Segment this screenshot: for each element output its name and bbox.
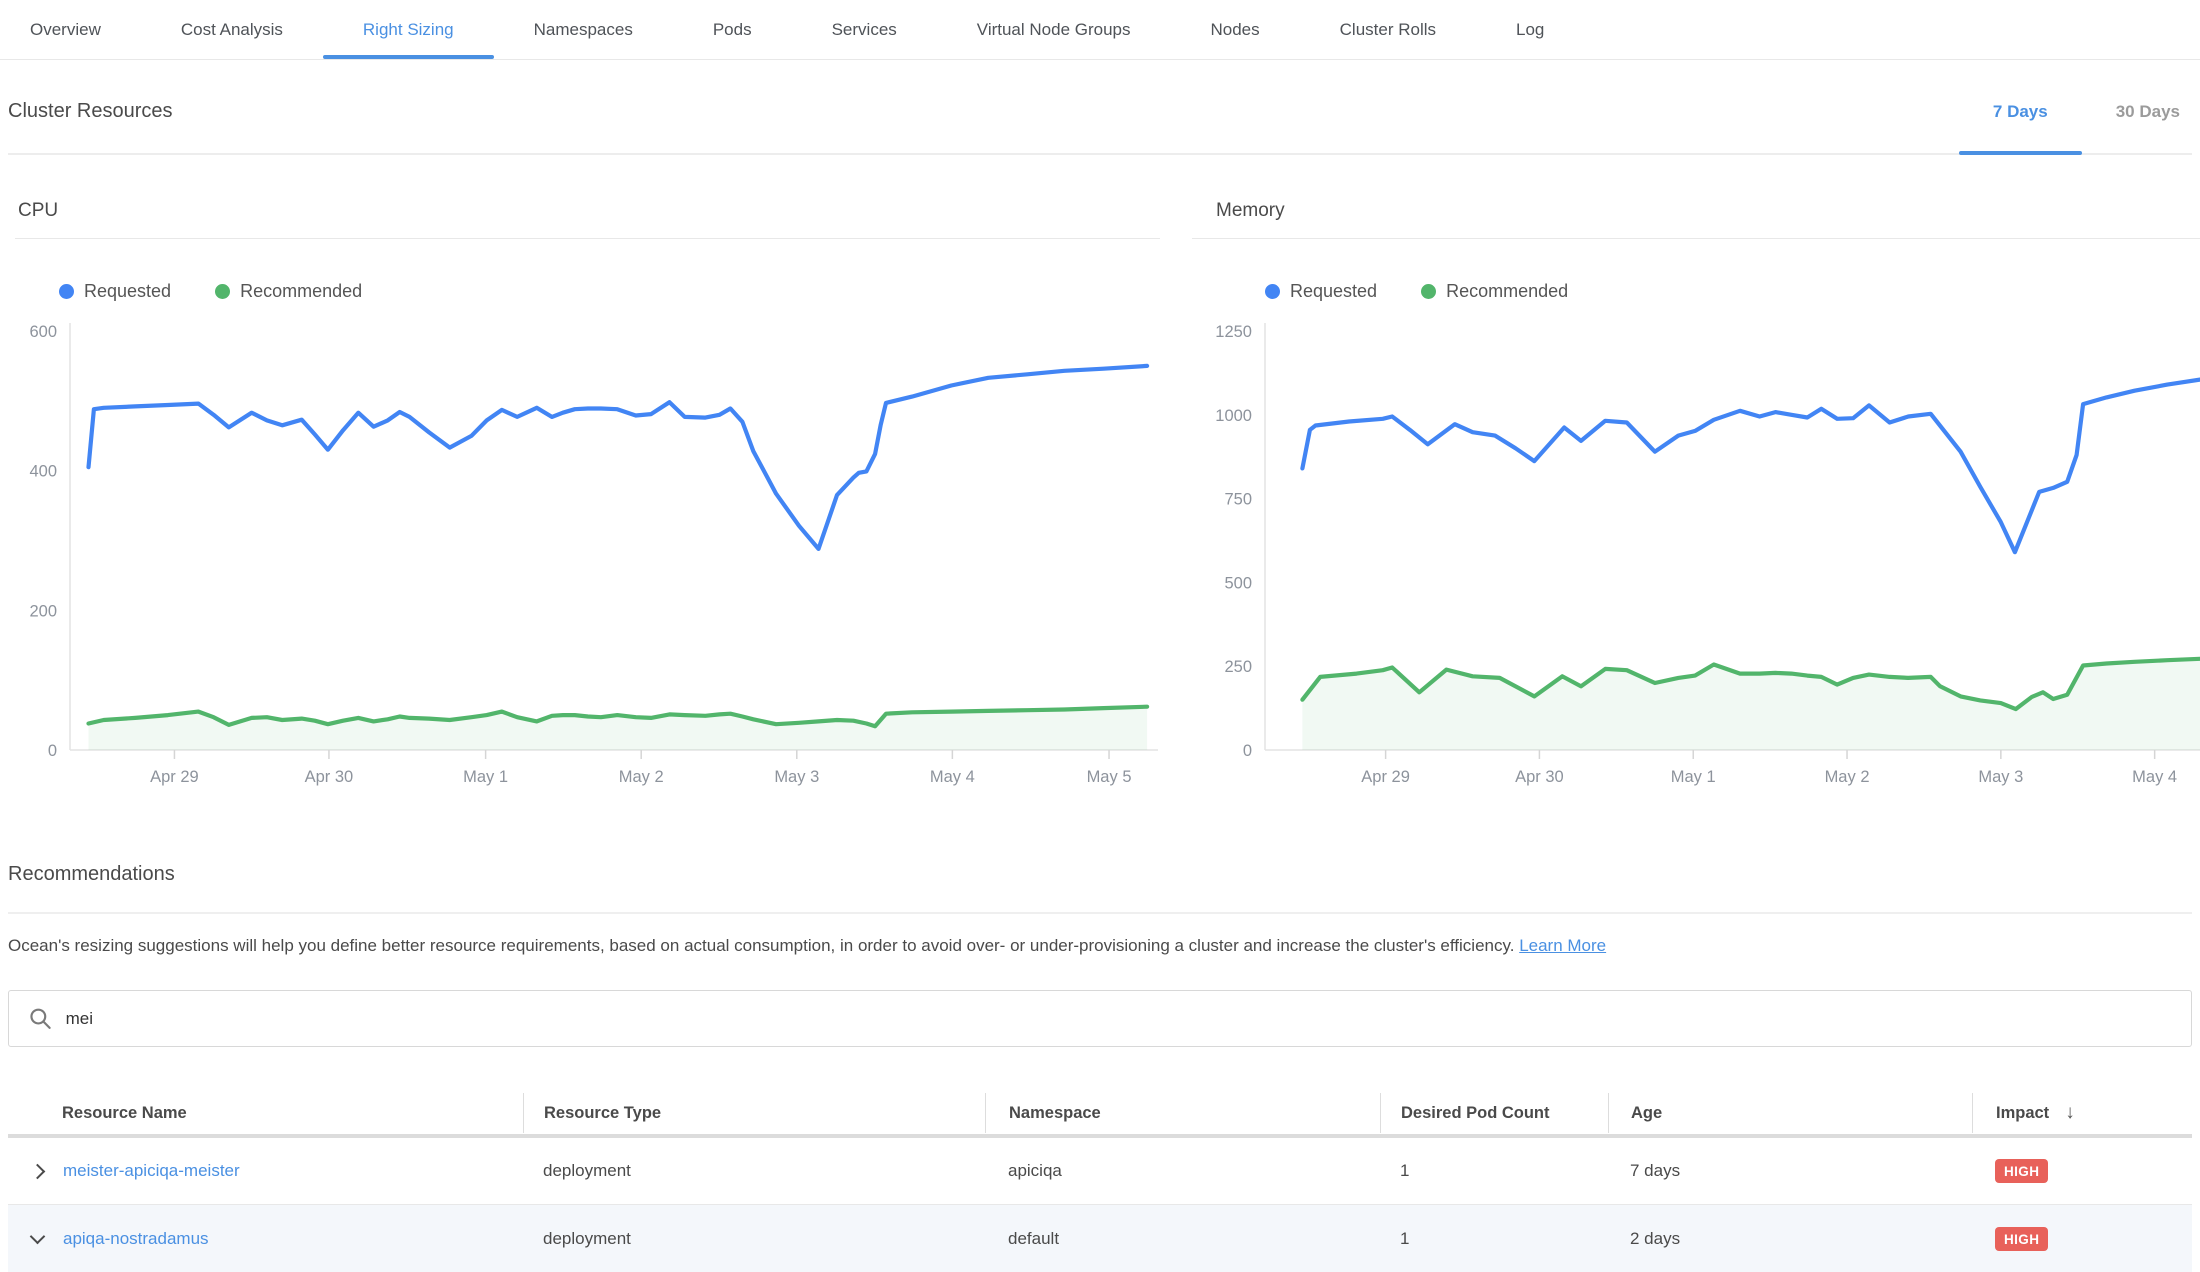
table-header-row: Resource Name Resource Type Namespace De… bbox=[8, 1092, 2192, 1138]
column-header-resource-type[interactable]: Resource Type bbox=[523, 1093, 985, 1133]
recommendations-table: Resource Name Resource Type Namespace De… bbox=[8, 1092, 2192, 1272]
cpu-line-chart: 0 200 400 600 Apr 29 Apr 30 May 1 May 2 May 3 May… bbox=[15, 317, 1160, 787]
recommendations-description: Ocean's resizing suggestions will help y… bbox=[8, 934, 2192, 957]
svg-text:500: 500 bbox=[1224, 574, 1252, 592]
divider bbox=[8, 912, 2192, 914]
svg-text:Apr 30: Apr 30 bbox=[1515, 768, 1564, 786]
svg-text:May 3: May 3 bbox=[774, 768, 819, 786]
namespace-cell: apiciqa bbox=[985, 1161, 1380, 1181]
recommended-dot-icon bbox=[1421, 284, 1436, 299]
desired-pod-count-cell: 1 bbox=[1380, 1161, 1608, 1181]
tab-overview[interactable]: Overview bbox=[0, 0, 141, 59]
time-range-toggle: 7 Days 30 Days bbox=[1959, 70, 2192, 153]
impact-cell: HIGH bbox=[1972, 1227, 2192, 1251]
legend-label-requested: Requested bbox=[84, 281, 171, 302]
resource-name-link[interactable]: apiqa-nostradamus bbox=[63, 1229, 209, 1249]
chevron-right-icon[interactable] bbox=[30, 1163, 46, 1179]
tab-services[interactable]: Services bbox=[792, 0, 937, 59]
desired-pod-count-cell: 1 bbox=[1380, 1229, 1608, 1249]
cpu-chart-section: CPU Requested Recommended 0 200 400 600 Apr … bbox=[15, 200, 1160, 787]
cpu-chart-legend: Requested Recommended bbox=[59, 281, 1160, 301]
svg-text:600: 600 bbox=[29, 323, 57, 341]
range-tab-7-days[interactable]: 7 Days bbox=[1959, 70, 2082, 153]
svg-text:May 4: May 4 bbox=[930, 768, 975, 786]
resource-name-cell: apiqa-nostradamus bbox=[8, 1229, 523, 1249]
column-header-age[interactable]: Age bbox=[1608, 1093, 1972, 1133]
svg-text:May 5: May 5 bbox=[1087, 768, 1132, 786]
svg-text:May 2: May 2 bbox=[1825, 768, 1870, 786]
tab-log[interactable]: Log bbox=[1476, 0, 1584, 59]
svg-text:Apr 29: Apr 29 bbox=[1361, 768, 1410, 786]
tab-nodes[interactable]: Nodes bbox=[1171, 0, 1300, 59]
tab-pods[interactable]: Pods bbox=[673, 0, 792, 59]
svg-text:May 1: May 1 bbox=[1671, 768, 1716, 786]
tab-cluster-rolls[interactable]: Cluster Rolls bbox=[1300, 0, 1476, 59]
resource-type-cell: deployment bbox=[523, 1161, 985, 1181]
tab-cost-analysis[interactable]: Cost Analysis bbox=[141, 0, 323, 59]
column-header-resource-name[interactable]: Resource Name bbox=[8, 1093, 523, 1133]
cpu-legend-recommended: Recommended bbox=[215, 281, 362, 302]
svg-text:May 3: May 3 bbox=[1978, 768, 2023, 786]
table-row[interactable]: meister-apiciqa-meister deployment apici… bbox=[8, 1138, 2192, 1205]
svg-text:0: 0 bbox=[48, 742, 57, 760]
age-cell: 7 days bbox=[1608, 1161, 1972, 1181]
column-header-desired-pod-count[interactable]: Desired Pod Count bbox=[1380, 1093, 1608, 1133]
impact-high-badge: HIGH bbox=[1995, 1159, 2048, 1183]
svg-text:400: 400 bbox=[29, 463, 57, 481]
svg-text:Apr 29: Apr 29 bbox=[150, 768, 199, 786]
resource-name-cell: meister-apiciqa-meister bbox=[8, 1161, 523, 1181]
legend-label-recommended: Recommended bbox=[1446, 281, 1568, 302]
resource-name-link[interactable]: meister-apiciqa-meister bbox=[63, 1161, 240, 1181]
table-row[interactable]: apiqa-nostradamus deployment default 1 2… bbox=[8, 1205, 2192, 1272]
memory-line-chart: 0 250 500 750 1000 1250 Apr 29 Apr 30 May 1 May 2… bbox=[1192, 317, 2200, 787]
cpu-chart-title: CPU bbox=[15, 200, 1160, 239]
search-box bbox=[8, 990, 2192, 1047]
svg-text:May 4: May 4 bbox=[2132, 768, 2177, 786]
namespace-cell: default bbox=[985, 1229, 1380, 1249]
chevron-down-icon[interactable] bbox=[30, 1229, 46, 1245]
main-tab-bar: Overview Cost Analysis Right Sizing Name… bbox=[0, 0, 2200, 60]
memory-chart-title: Memory bbox=[1192, 200, 2200, 239]
recommendations-section: Recommendations Ocean's resizing suggest… bbox=[8, 863, 2192, 1272]
age-cell: 2 days bbox=[1608, 1229, 1972, 1249]
svg-text:250: 250 bbox=[1224, 658, 1252, 676]
learn-more-link[interactable]: Learn More bbox=[1519, 936, 1606, 955]
cpu-legend-requested: Requested bbox=[59, 281, 171, 302]
cluster-resources-header: Cluster Resources 7 Days 30 Days bbox=[8, 60, 2192, 155]
svg-text:May 1: May 1 bbox=[463, 768, 508, 786]
tab-namespaces[interactable]: Namespaces bbox=[494, 0, 673, 59]
memory-legend-recommended: Recommended bbox=[1421, 281, 1568, 302]
sort-descending-icon: ↓ bbox=[2065, 1102, 2075, 1124]
column-header-namespace[interactable]: Namespace bbox=[985, 1093, 1380, 1133]
svg-text:Apr 30: Apr 30 bbox=[305, 768, 354, 786]
column-header-impact-label: Impact bbox=[1996, 1104, 2049, 1123]
requested-dot-icon bbox=[1265, 284, 1280, 299]
column-header-impact[interactable]: Impact ↓ bbox=[1972, 1093, 2192, 1133]
impact-high-badge: HIGH bbox=[1995, 1227, 2048, 1251]
recommended-dot-icon bbox=[215, 284, 230, 299]
recommendations-title: Recommendations bbox=[8, 863, 2192, 886]
tab-right-sizing[interactable]: Right Sizing bbox=[323, 0, 494, 59]
page-title: Cluster Resources bbox=[8, 100, 173, 123]
svg-text:May 2: May 2 bbox=[619, 768, 664, 786]
recommendations-description-text: Ocean's resizing suggestions will help y… bbox=[8, 936, 1514, 955]
requested-dot-icon bbox=[59, 284, 74, 299]
svg-text:200: 200 bbox=[29, 602, 57, 620]
svg-text:750: 750 bbox=[1224, 491, 1252, 509]
search-icon bbox=[29, 1007, 52, 1030]
search-input[interactable] bbox=[66, 1009, 2171, 1029]
resource-type-cell: deployment bbox=[523, 1229, 985, 1249]
impact-cell: HIGH bbox=[1972, 1159, 2192, 1183]
svg-text:0: 0 bbox=[1243, 742, 1252, 760]
tab-virtual-node-groups[interactable]: Virtual Node Groups bbox=[937, 0, 1171, 59]
legend-label-requested: Requested bbox=[1290, 281, 1377, 302]
memory-legend-requested: Requested bbox=[1265, 281, 1377, 302]
charts-row: CPU Requested Recommended 0 200 400 600 Apr … bbox=[8, 155, 2192, 789]
range-tab-30-days[interactable]: 30 Days bbox=[2082, 70, 2192, 153]
svg-text:1250: 1250 bbox=[1215, 323, 1252, 341]
memory-chart-section: Memory Requested Recommended 0 250 500 750 1… bbox=[1192, 200, 2200, 787]
svg-text:1000: 1000 bbox=[1215, 407, 1252, 425]
legend-label-recommended: Recommended bbox=[240, 281, 362, 302]
memory-chart-legend: Requested Recommended bbox=[1265, 281, 2200, 301]
